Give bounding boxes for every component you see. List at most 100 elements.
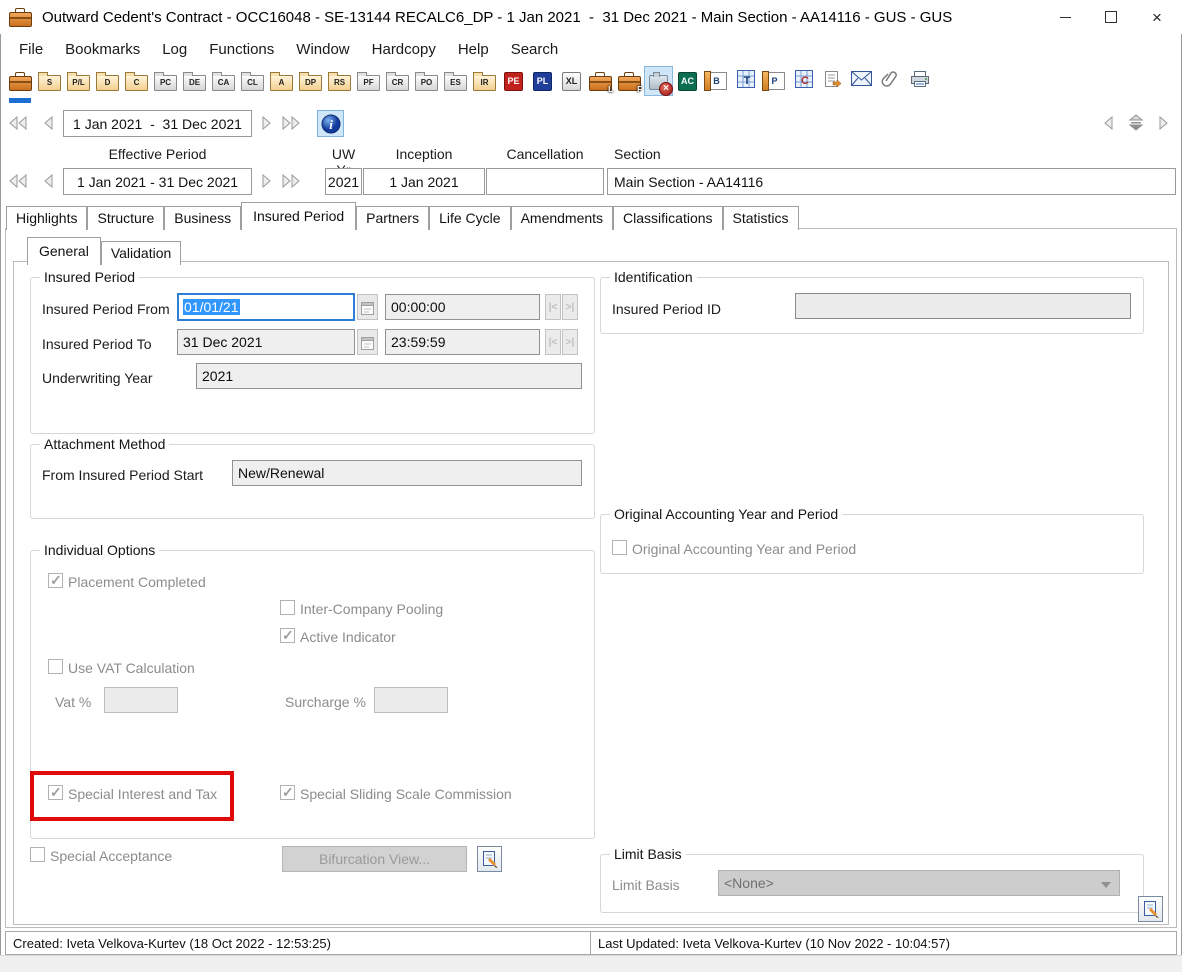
placement-completed-checkbox[interactable] — [48, 573, 63, 588]
inter-company-pooling-checkbox[interactable] — [280, 600, 295, 615]
tab-statistics[interactable]: Statistics — [723, 206, 799, 230]
subtab-validation[interactable]: Validation — [101, 241, 181, 265]
edit-form-button[interactable] — [477, 846, 502, 872]
contract-prev-button[interactable] — [36, 111, 60, 135]
to-time-last-button[interactable]: >| — [562, 329, 578, 355]
cr-folder-icon[interactable]: CR — [383, 66, 412, 96]
s-folder-icon[interactable]: S — [35, 66, 64, 96]
pc-folder-icon[interactable]: PC — [151, 66, 180, 96]
briefcase-l-icon[interactable]: L — [586, 66, 615, 96]
insured-period-from-time[interactable]: 00:00:00 — [385, 294, 540, 320]
active-indicator-checkbox[interactable] — [280, 628, 295, 643]
to-time-first-button[interactable]: |< — [545, 329, 561, 355]
subtab-general[interactable]: General — [27, 237, 101, 265]
de-folder-icon[interactable]: DE — [180, 66, 209, 96]
menu-search[interactable]: Search — [500, 37, 570, 62]
uw-yr-box[interactable]: 2021 — [325, 168, 362, 195]
xl-square-icon[interactable]: XL — [557, 66, 586, 96]
from-time-last-button[interactable]: >| — [562, 294, 578, 320]
special-sliding-scale-commission-checkbox[interactable] — [280, 785, 295, 800]
section-scroll-left-button[interactable] — [1096, 111, 1120, 135]
section-scroll-right-button[interactable] — [1152, 111, 1176, 135]
tab-highlights[interactable]: Highlights — [6, 206, 87, 230]
pf-folder-icon[interactable]: PF — [354, 66, 383, 96]
pl-square-icon[interactable]: PL — [528, 66, 557, 96]
envelope-icon[interactable] — [847, 66, 876, 96]
original-accounting-checkbox[interactable] — [612, 540, 627, 555]
menu-log[interactable]: Log — [151, 37, 198, 62]
dp-folder-icon[interactable]: DP — [296, 66, 325, 96]
es-folder-icon[interactable]: ES — [441, 66, 470, 96]
contract-next-button[interactable] — [255, 111, 279, 135]
paperclip-icon[interactable] — [876, 66, 905, 96]
menu-bookmarks[interactable]: Bookmarks — [54, 37, 151, 62]
menu-hardcopy[interactable]: Hardcopy — [361, 37, 447, 62]
contract-last-button[interactable] — [279, 111, 303, 135]
c-folder-icon[interactable]: C — [122, 66, 151, 96]
ir-folder-icon[interactable]: IR — [470, 66, 499, 96]
tab-structure[interactable]: Structure — [87, 206, 164, 230]
section-box[interactable]: Main Section - AA14116 — [607, 168, 1176, 195]
po-folder-icon[interactable]: PO — [412, 66, 441, 96]
insured-period-to-time[interactable]: 23:59:59 — [385, 329, 540, 355]
minimize-button[interactable] — [1042, 0, 1088, 34]
selected-text: 01/01/21 — [183, 299, 240, 315]
pe-square-icon[interactable]: PE — [499, 66, 528, 96]
table-t-icon[interactable]: T — [731, 66, 760, 96]
ca-folder-icon[interactable]: CA — [209, 66, 238, 96]
rs-folder-icon[interactable]: RS — [325, 66, 354, 96]
tab-insured-period[interactable]: Insured Period — [241, 202, 356, 230]
contract-briefcase-icon[interactable] — [6, 66, 35, 96]
insured-period-to-input[interactable]: 31 Dec 2021 — [177, 329, 355, 355]
cancellation-box[interactable] — [486, 168, 604, 195]
list-export-icon[interactable] — [818, 66, 847, 96]
placement-completed-label: Placement Completed — [68, 574, 206, 590]
cl-folder-icon[interactable]: CL — [238, 66, 267, 96]
section-next-button[interactable] — [255, 169, 279, 193]
left-arrow-icon — [41, 115, 55, 131]
section-label: Section — [614, 146, 661, 162]
underwriting-year-input[interactable]: 2021 — [196, 363, 582, 389]
table-c-icon[interactable]: C — [789, 66, 818, 96]
ir-folder-icon: IR — [473, 75, 496, 91]
d-folder-icon[interactable]: D — [93, 66, 122, 96]
briefcase-letter: F — [637, 85, 642, 94]
contract-period-box[interactable]: 1 Jan 2021 - 31 Dec 2021 — [63, 110, 252, 137]
edit-form-button-2[interactable] — [1138, 896, 1163, 922]
special-acceptance-checkbox[interactable] — [30, 847, 45, 862]
maximize-button[interactable] — [1088, 0, 1134, 34]
printer-icon[interactable] — [905, 66, 934, 96]
section-first-button[interactable] — [6, 169, 30, 193]
ac-square-icon[interactable]: AC — [673, 66, 702, 96]
tab-life-cycle[interactable]: Life Cycle — [429, 206, 510, 230]
pl-folder-icon[interactable]: P/L — [64, 66, 93, 96]
section-prev-button[interactable] — [36, 169, 60, 193]
effective-period-box[interactable]: 1 Jan 2021 - 31 Dec 2021 — [63, 168, 252, 195]
limit-basis-value: <None> — [724, 875, 774, 891]
section-sort-button[interactable] — [1124, 111, 1148, 135]
use-vat-calculation-checkbox[interactable] — [48, 659, 63, 674]
insured-period-from-input[interactable]: 01/01/21 — [177, 293, 355, 321]
menu-window[interactable]: Window — [285, 37, 360, 62]
tab-partners[interactable]: Partners — [356, 206, 429, 230]
contract-first-button[interactable] — [6, 111, 30, 135]
a-folder-icon[interactable]: A — [267, 66, 296, 96]
attachment-method-input[interactable]: New/Renewal — [232, 460, 582, 486]
briefcase-f-icon[interactable]: F — [615, 66, 644, 96]
pc-folder-icon: PC — [154, 75, 177, 91]
tab-amendments[interactable]: Amendments — [511, 206, 613, 230]
info-button[interactable]: i — [317, 110, 344, 137]
book-b-icon[interactable]: B — [702, 66, 731, 96]
tab-classifications[interactable]: Classifications — [613, 206, 722, 230]
from-time-first-button[interactable]: |< — [545, 294, 561, 320]
book-p-icon[interactable]: P — [760, 66, 789, 96]
menu-help[interactable]: Help — [447, 37, 500, 62]
inception-box[interactable]: 1 Jan 2021 — [363, 168, 485, 195]
close-section-icon[interactable] — [644, 66, 673, 96]
menu-file[interactable]: File — [8, 37, 54, 62]
close-button[interactable]: × — [1134, 0, 1180, 34]
double-left-arrow-icon — [7, 173, 29, 189]
tab-business[interactable]: Business — [164, 206, 241, 230]
menu-functions[interactable]: Functions — [198, 37, 285, 62]
section-last-button[interactable] — [279, 169, 303, 193]
